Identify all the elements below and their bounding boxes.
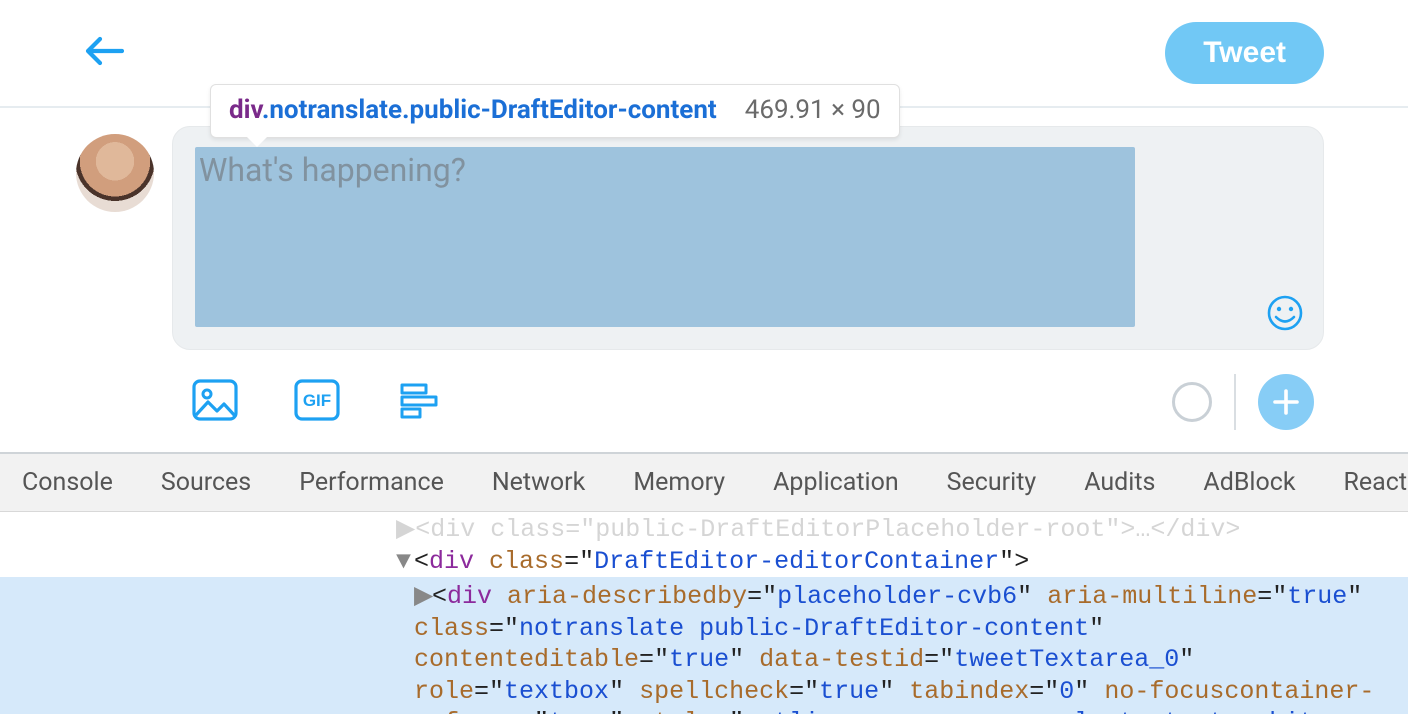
add-image-icon[interactable] (190, 375, 240, 429)
dom-row-cutoff: ▶<div class="public-DraftEditorPlacehold… (396, 514, 1396, 546)
add-tweet-button[interactable] (1258, 374, 1314, 430)
add-poll-icon[interactable] (394, 375, 444, 429)
svg-text:GIF: GIF (303, 391, 331, 410)
devtools-tab-security[interactable]: Security (947, 468, 1037, 497)
char-count-ring (1172, 382, 1212, 422)
compose-box[interactable]: What's happening? (172, 126, 1324, 350)
emoji-button[interactable] (1265, 293, 1305, 333)
devtools-tab-performance[interactable]: Performance (299, 468, 444, 497)
inspector-tooltip-dims: 469.91 × 90 (745, 95, 881, 125)
devtools-tab-audits[interactable]: Audits (1084, 468, 1155, 497)
devtools-elements-tree[interactable]: ▶<div class="public-DraftEditorPlacehold… (0, 512, 1408, 714)
inspector-tooltip: div.notranslate.public-DraftEditor-conte… (210, 84, 900, 138)
back-button[interactable] (84, 34, 124, 72)
devtools-tabs: Console Sources Performance Network Memory Ap… (0, 454, 1408, 512)
devtools-tab-sources[interactable]: Sources (161, 468, 251, 497)
devtools-tab-network[interactable]: Network (492, 468, 585, 497)
compose-toolbar: GIF (0, 350, 1408, 452)
dom-row-selected[interactable]: ▶<div aria-describedby="placeholder-cvb6… (0, 577, 1408, 714)
add-gif-icon[interactable]: GIF (292, 375, 342, 429)
tweet-button[interactable]: Tweet (1165, 22, 1324, 84)
compose-area: What's happening? (0, 108, 1408, 350)
inspector-highlight: What's happening? (195, 147, 1135, 327)
devtools-tab-react[interactable]: React (1344, 468, 1408, 497)
compose-placeholder: What's happening? (199, 151, 466, 189)
devtools-tab-console[interactable]: Console (22, 468, 113, 497)
devtools-panel: Console Sources Performance Network Memory Ap… (0, 452, 1408, 714)
devtools-tab-adblock[interactable]: AdBlock (1203, 468, 1295, 497)
divider (1234, 374, 1236, 430)
dom-row[interactable]: ▼<div class="DraftEditor-editorContainer… (396, 546, 1396, 578)
devtools-tab-application[interactable]: Application (773, 468, 899, 497)
avatar[interactable] (76, 134, 154, 212)
inspector-tooltip-selector: div.notranslate.public-DraftEditor-conte… (229, 95, 717, 125)
devtools-tab-memory[interactable]: Memory (633, 468, 725, 497)
